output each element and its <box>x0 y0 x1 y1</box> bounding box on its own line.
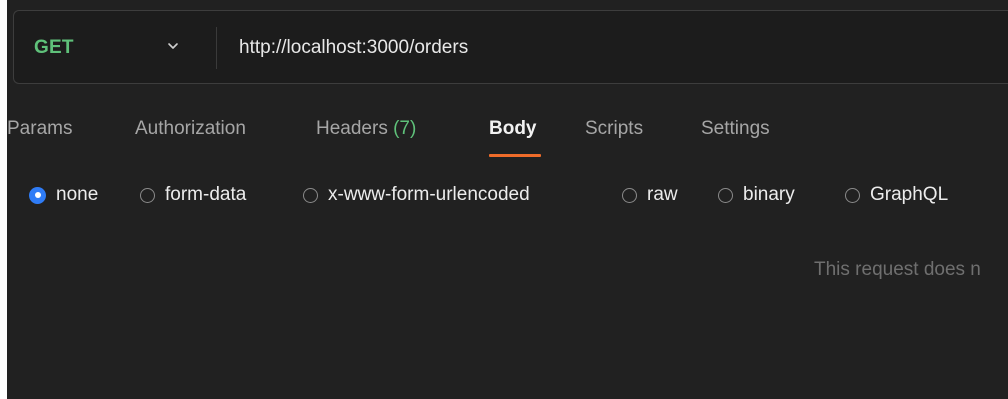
radio-label: none <box>56 184 99 205</box>
request-panel: GET http://localhost:3000/orders Params … <box>7 0 1008 399</box>
chevron-down-icon[interactable] <box>166 39 180 53</box>
active-tab-indicator <box>489 154 541 157</box>
tab-scripts[interactable]: Scripts <box>585 118 643 140</box>
radio-binary[interactable]: binary <box>718 180 795 210</box>
radio-unchecked-icon <box>622 187 637 203</box>
tab-authorization[interactable]: Authorization <box>135 118 246 140</box>
radio-graphql[interactable]: GraphQL <box>845 180 948 210</box>
request-tabs: Params Authorization Headers (7) Body Sc… <box>7 114 1008 160</box>
radio-label: x-www-form-urlencoded <box>328 184 530 205</box>
tab-headers[interactable]: Headers (7) <box>316 118 416 140</box>
headers-count-badge: (7) <box>393 118 417 139</box>
url-divider <box>216 27 217 69</box>
radio-unchecked-icon <box>140 187 155 203</box>
url-bar: GET http://localhost:3000/orders <box>13 10 1008 84</box>
radio-label: form-data <box>165 184 247 205</box>
tab-body[interactable]: Body <box>489 118 537 140</box>
radio-unchecked-icon <box>303 187 318 203</box>
radio-form-data[interactable]: form-data <box>140 180 246 210</box>
tab-headers-label: Headers <box>316 118 388 139</box>
radio-label: raw <box>647 184 678 205</box>
radio-unchecked-icon <box>718 187 733 203</box>
url-input[interactable]: http://localhost:3000/orders <box>239 37 468 59</box>
radio-checked-icon <box>29 186 46 204</box>
radio-raw[interactable]: raw <box>622 180 678 210</box>
radio-unchecked-icon <box>845 187 860 203</box>
radio-x-www-form-urlencoded[interactable]: x-www-form-urlencoded <box>303 180 530 210</box>
tab-settings[interactable]: Settings <box>701 118 770 140</box>
radio-none[interactable]: none <box>29 180 98 210</box>
radio-label: GraphQL <box>870 184 949 205</box>
empty-body-message: This request does n <box>814 259 981 280</box>
radio-label: binary <box>743 184 795 205</box>
body-type-selector: none form-data x-www-form-urlencoded raw… <box>7 180 1008 210</box>
method-select[interactable]: GET <box>34 37 74 59</box>
tab-params[interactable]: Params <box>7 118 72 140</box>
